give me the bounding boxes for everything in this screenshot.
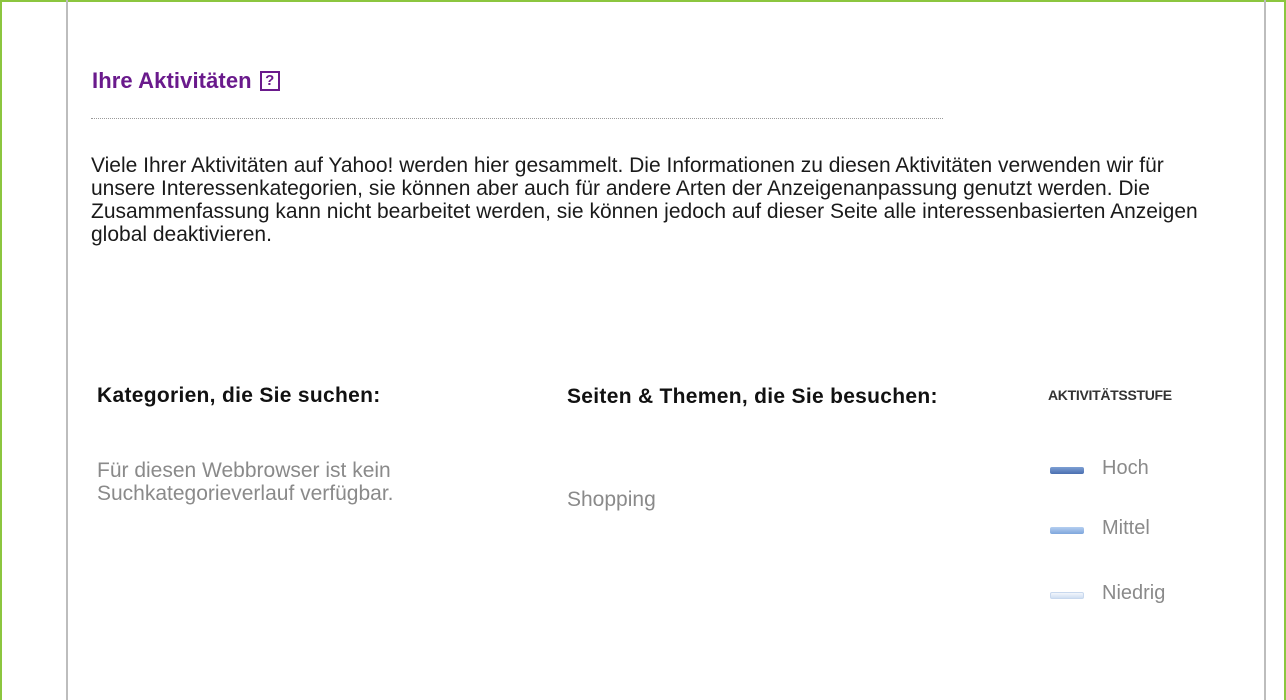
legend-label-medium: Mittel xyxy=(1102,516,1150,539)
legend-swatch-low xyxy=(1050,591,1084,599)
legend-item-low: Niedrig xyxy=(1050,581,1165,605)
help-icon[interactable]: ? xyxy=(259,71,280,91)
legend-item-high: Hoch xyxy=(1050,456,1149,480)
visited-topics-heading: Seiten & Themen, die Sie besuchen: xyxy=(567,385,938,408)
legend-label-high: Hoch xyxy=(1102,456,1149,479)
activity-level-heading: AKTIVITÄTSSTUFE xyxy=(1048,387,1172,403)
section-header: Ihre Aktivitäten ? xyxy=(92,66,280,96)
search-categories-heading: Kategorien, die Sie suchen: xyxy=(97,384,381,407)
search-categories-empty-message: Für diesen Webbrowser ist kein Suchkateg… xyxy=(97,459,394,505)
title-divider xyxy=(91,118,943,119)
intro-text: Viele Ihrer Aktivitäten auf Yahoo! werde… xyxy=(91,154,1198,246)
page-title: Ihre Aktivitäten xyxy=(92,68,252,93)
legend-swatch-medium xyxy=(1050,526,1084,534)
legend-label-low: Niedrig xyxy=(1102,581,1166,604)
legend-swatch-high xyxy=(1050,466,1084,474)
legend-item-medium: Mittel xyxy=(1050,516,1150,540)
visited-topic-item: Shopping xyxy=(567,488,656,511)
